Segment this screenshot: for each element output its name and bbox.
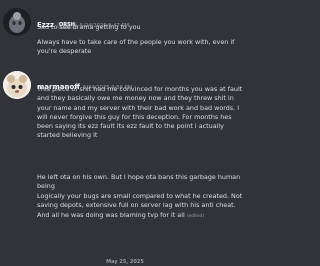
message-text: He left ota on his own. But I hope ota b… xyxy=(37,173,241,191)
message-text: Always have to take care of the people y… xyxy=(37,38,235,56)
avatar[interactable] xyxy=(3,8,31,36)
date-divider: May 25, 2025 xyxy=(106,259,144,265)
edited-label: (edited) xyxy=(186,213,205,219)
message-text: This piece of shit had me convinced for … xyxy=(37,85,243,140)
message-text: Logically your bugs are small compared t… xyxy=(37,192,244,221)
message-text: Sad to see drama getting to you xyxy=(37,23,141,31)
message-text-content: Logically your bugs are small compared t… xyxy=(37,192,243,219)
avatar[interactable] xyxy=(3,71,31,99)
chat-messages: Ezzz ORSH 5/24/2025 9:47 PM Sad to see dra… xyxy=(0,0,250,266)
